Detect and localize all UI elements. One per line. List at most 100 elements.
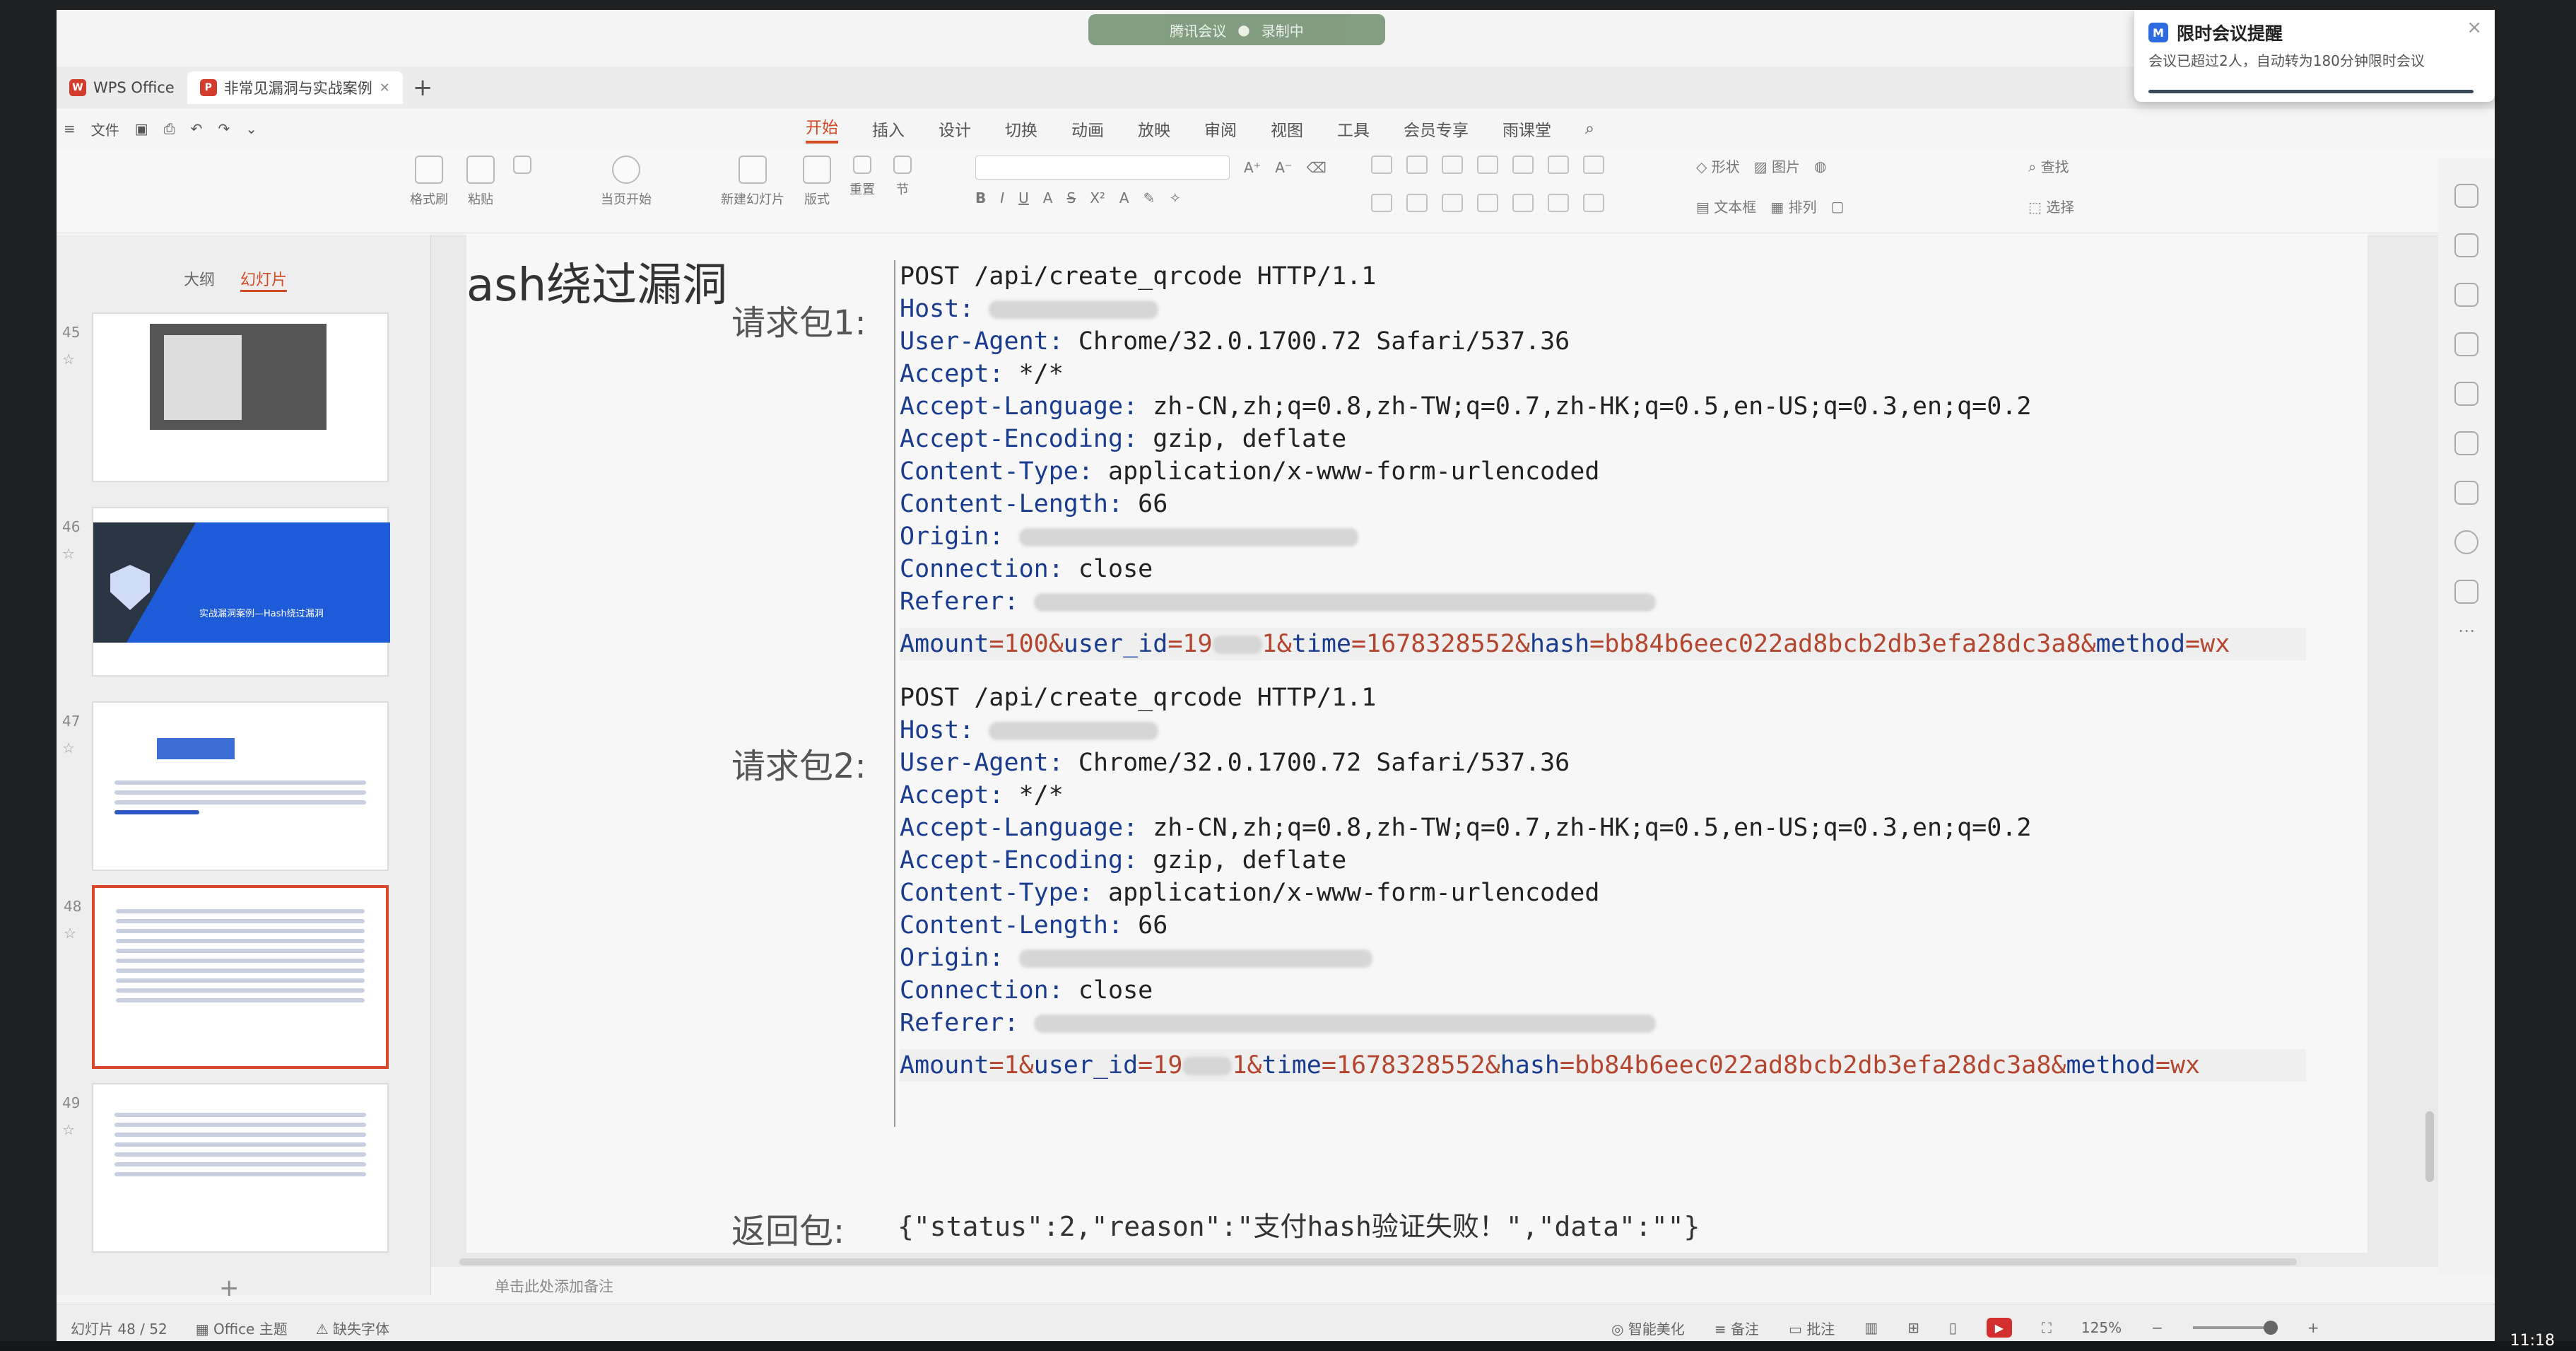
- scrollbar-thumb[interactable]: [459, 1258, 2297, 1265]
- font-color-icon[interactable]: A: [1119, 189, 1129, 206]
- tab-design[interactable]: 设计: [939, 117, 971, 141]
- shrink-font-icon[interactable]: A⁻: [1275, 159, 1292, 176]
- zoom-level[interactable]: 125%: [2081, 1319, 2122, 1336]
- tab-animation[interactable]: 动画: [1071, 117, 1104, 141]
- comments-button[interactable]: ▭ 批注: [1789, 1318, 1835, 1338]
- select-button[interactable]: ⬚ 选择: [2028, 196, 2074, 216]
- distribute-icon[interactable]: [1512, 194, 1534, 212]
- star-icon[interactable]: ☆: [62, 351, 75, 368]
- book-icon[interactable]: [2454, 481, 2478, 505]
- request-2-label[interactable]: 请求包2:: [731, 738, 866, 788]
- sorter-view-icon[interactable]: ⊞: [1907, 1319, 1919, 1336]
- notes-toggle-button[interactable]: ≡ 备注: [1715, 1318, 1759, 1338]
- paste-button[interactable]: 粘贴: [466, 156, 495, 208]
- find-button[interactable]: ⌕ 查找: [2028, 156, 2069, 176]
- smart-beautify-button[interactable]: ◎ 智能美化: [1611, 1318, 1685, 1338]
- response-label[interactable]: 返回包:: [731, 1203, 845, 1253]
- slide-thumbnail[interactable]: 47 ☆: [62, 701, 389, 871]
- columns-icon[interactable]: [1512, 156, 1534, 174]
- normal-view-icon[interactable]: ▥: [1864, 1319, 1878, 1336]
- undo-icon[interactable]: ↶: [191, 120, 203, 137]
- italic-icon[interactable]: I: [1000, 189, 1004, 206]
- meeting-recording-pill[interactable]: 腾讯会议 ● 录制中: [1088, 14, 1385, 45]
- arrange-button[interactable]: ▦ 排列: [1770, 196, 1816, 216]
- slide-thumbnail-selected[interactable]: 48 ☆: [64, 885, 389, 1069]
- shirt-icon[interactable]: [2454, 580, 2478, 604]
- zoom-slider-knob[interactable]: [2263, 1321, 2278, 1335]
- superscript-icon[interactable]: X²: [1090, 189, 1105, 206]
- text-effect-icon[interactable]: ✧: [1169, 189, 1181, 206]
- star-icon[interactable]: ☆: [62, 739, 75, 756]
- file-menu[interactable]: 文件: [91, 119, 119, 139]
- add-slide-icon[interactable]: +: [219, 1274, 240, 1302]
- zoom-in-icon[interactable]: +: [2307, 1319, 2319, 1336]
- cut-button[interactable]: [513, 156, 531, 174]
- reset-button[interactable]: 重置: [849, 156, 875, 198]
- format-painter-button[interactable]: 格式刷: [410, 156, 448, 208]
- grow-font-icon[interactable]: A⁺: [1244, 159, 1261, 176]
- line-spacing-icon[interactable]: [1548, 194, 1569, 212]
- image-icon[interactable]: [2454, 382, 2478, 406]
- outline-icon[interactable]: ▢: [1831, 198, 1845, 215]
- minimize-icon[interactable]: [2454, 184, 2478, 208]
- tab-tools[interactable]: 工具: [1337, 117, 1370, 141]
- bullets-icon[interactable]: [1371, 156, 1392, 174]
- star-icon[interactable]: ☆: [62, 1121, 75, 1138]
- close-tab-icon[interactable]: ✕: [380, 81, 390, 95]
- bold-icon[interactable]: B: [975, 189, 986, 206]
- help-icon[interactable]: [2454, 530, 2478, 554]
- new-tab-button[interactable]: +: [403, 74, 443, 102]
- search-icon[interactable]: ⌕: [1585, 119, 1594, 138]
- request-1-label[interactable]: 请求包1:: [731, 295, 866, 344]
- redo-icon[interactable]: ↷: [218, 120, 230, 137]
- notes-pane[interactable]: 单击此处添加备注: [431, 1267, 2438, 1304]
- picture-button[interactable]: ▨ 图片: [1754, 156, 1800, 176]
- tab-current-presentation[interactable]: P 非常见漏洞与实战案例 ✕: [187, 71, 403, 104]
- star-icon[interactable]: [2454, 283, 2478, 307]
- response-body[interactable]: {"status":2,"reason":"支付hash验证失败！","data…: [898, 1205, 1700, 1244]
- increase-indent-icon[interactable]: [1477, 156, 1498, 174]
- tab-view[interactable]: 视图: [1271, 117, 1303, 141]
- request-1-code-block[interactable]: POST /api/create_qrcode HTTP/1.1 Host: U…: [894, 260, 2306, 682]
- tab-home[interactable]: 开始: [806, 114, 838, 144]
- tab-slides[interactable]: 幻灯片: [240, 267, 288, 292]
- shadow-icon[interactable]: A: [1043, 189, 1053, 206]
- justify-icon[interactable]: [1477, 194, 1498, 212]
- print-icon[interactable]: ⎙: [164, 120, 175, 137]
- text-direction-icon[interactable]: [1548, 156, 1569, 174]
- slide-48[interactable]: ash绕过漏洞 请求包1: POST /api/create_qrcode HT…: [466, 235, 2368, 1253]
- numbering-icon[interactable]: [1406, 156, 1428, 174]
- fill-icon[interactable]: ◍: [1814, 158, 1826, 175]
- convert-smartart-icon[interactable]: [1583, 156, 1604, 174]
- star-icon[interactable]: ☆: [64, 925, 76, 942]
- tab-insert[interactable]: 插入: [872, 117, 905, 141]
- strikethrough-icon[interactable]: S: [1066, 189, 1076, 206]
- section-button[interactable]: 节: [893, 156, 912, 198]
- tab-member[interactable]: 会员专享: [1404, 117, 1469, 141]
- layout-button[interactable]: 版式: [803, 156, 831, 208]
- tab-wps-office[interactable]: W WPS Office: [57, 71, 187, 104]
- tab-slideshow[interactable]: 放映: [1138, 117, 1170, 141]
- new-slide-button[interactable]: 新建幻灯片: [721, 156, 784, 208]
- slide-title[interactable]: ash绕过漏洞: [466, 249, 727, 314]
- vertical-scrollbar[interactable]: [2423, 235, 2434, 1253]
- request-2-code-block[interactable]: POST /api/create_qrcode HTTP/1.1 Host: U…: [894, 682, 2306, 1127]
- reading-view-icon[interactable]: ▯: [1949, 1319, 1957, 1336]
- scrollbar-thumb[interactable]: [2425, 1111, 2434, 1182]
- textbox-button[interactable]: ▤ 文本框: [1696, 196, 1756, 216]
- fit-window-icon[interactable]: ⛶: [2042, 1319, 2052, 1336]
- underline-icon[interactable]: U: [1018, 189, 1029, 206]
- magic-wand-icon[interactable]: [2454, 431, 2478, 455]
- align-center-icon[interactable]: [1406, 194, 1428, 212]
- tab-rain-classroom[interactable]: 雨课堂: [1502, 117, 1551, 141]
- tab-outline[interactable]: 大纲: [184, 267, 215, 292]
- more-icon[interactable]: ⋯: [2438, 621, 2495, 641]
- slide-thumbnail[interactable]: 45 ☆: [62, 312, 389, 482]
- hamburger-menu-icon[interactable]: ≡: [64, 120, 76, 137]
- shape-button[interactable]: ◇ 形状: [1696, 156, 1740, 176]
- close-icon[interactable]: ×: [2466, 17, 2482, 38]
- zoom-out-icon[interactable]: −: [2151, 1319, 2163, 1336]
- copy-icon[interactable]: [2454, 332, 2478, 356]
- tab-transition[interactable]: 切换: [1005, 117, 1037, 141]
- play-from-current-button[interactable]: 当页开始: [601, 156, 652, 208]
